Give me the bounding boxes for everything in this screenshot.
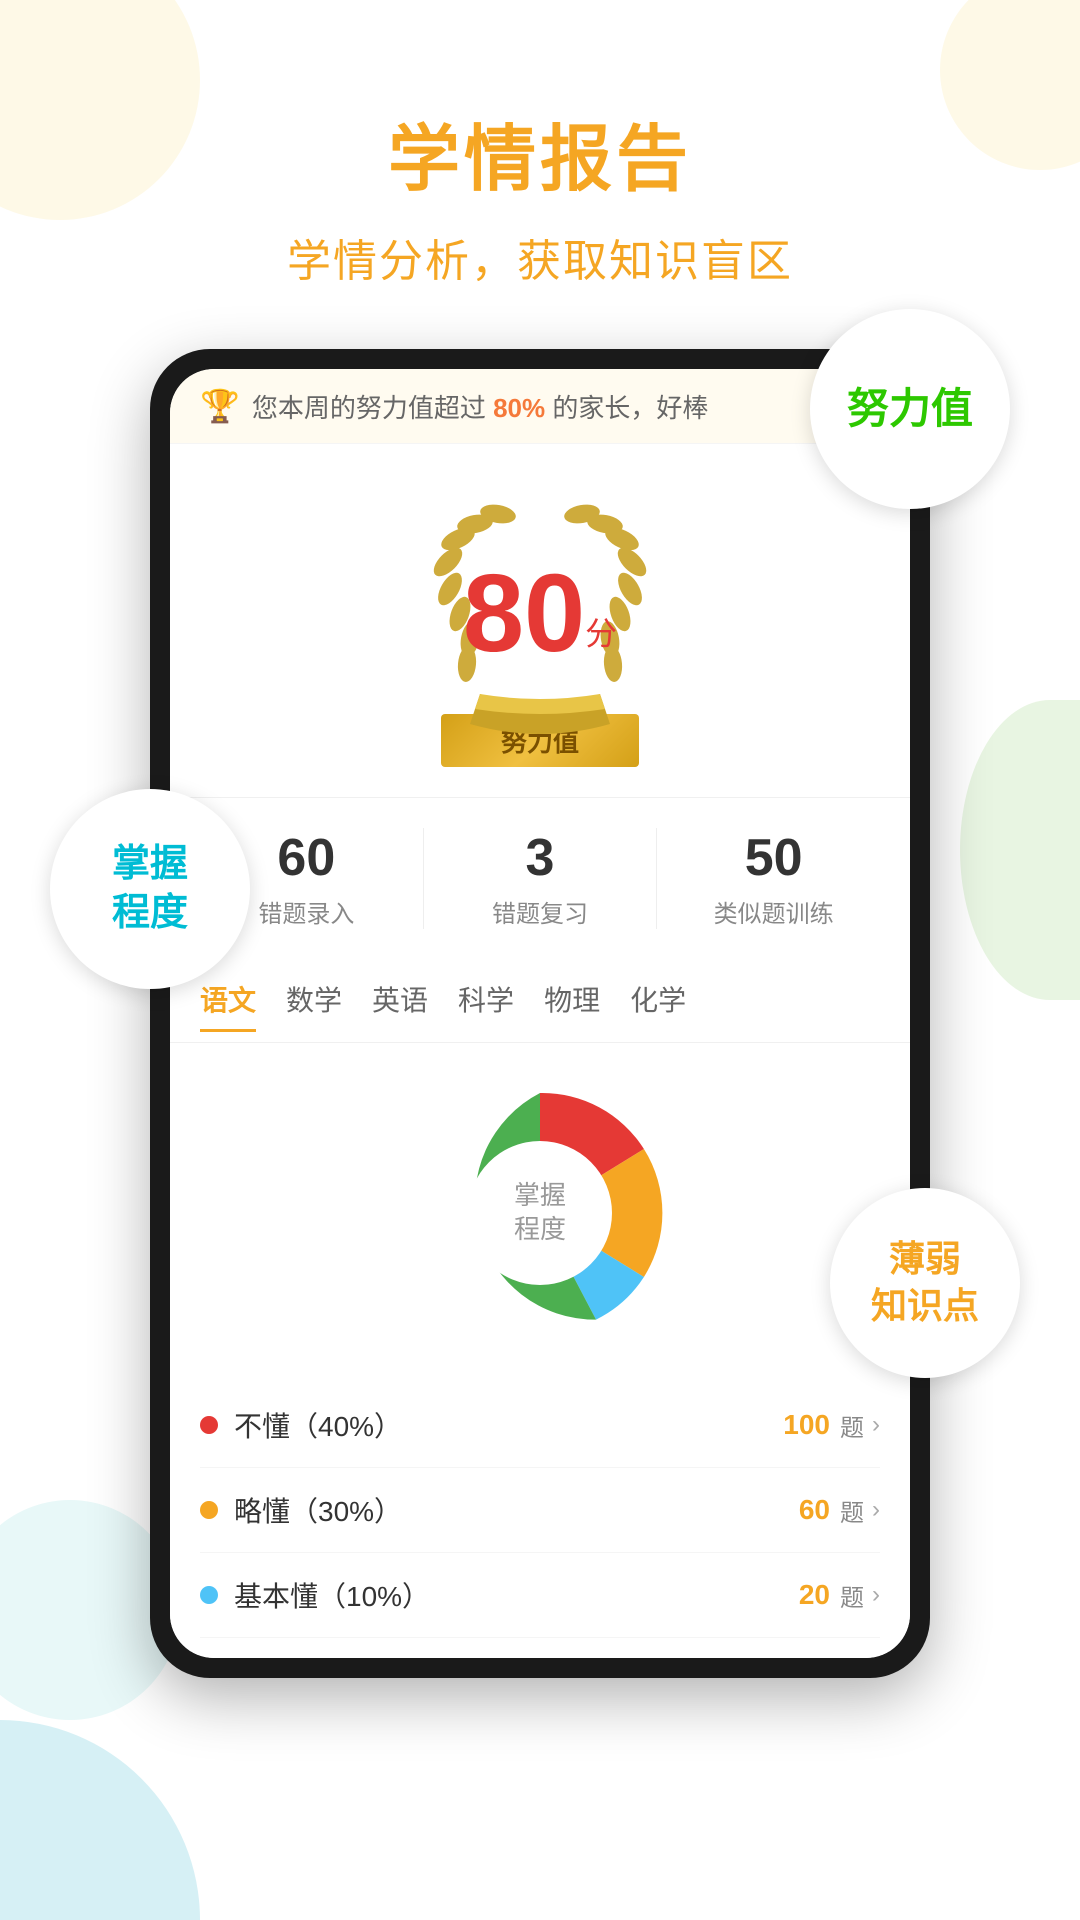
- subject-tab-化学[interactable]: 化学: [630, 979, 686, 1032]
- legend-count: 100: [783, 1409, 830, 1441]
- legend-count: 60: [799, 1494, 830, 1526]
- badge-effort-text: 努力值: [847, 384, 973, 434]
- donut-center-label: 掌握 程度: [514, 1179, 566, 1247]
- legend-item: 基本懂（10%） 20 题 ›: [200, 1553, 880, 1638]
- bg-decoration-bottom-mid: [0, 1720, 200, 1920]
- subject-tab-语文[interactable]: 语文: [200, 979, 256, 1032]
- legend-dot: [200, 1586, 218, 1604]
- subject-tab-科学[interactable]: 科学: [458, 979, 514, 1032]
- legend-unit: 题: [840, 1578, 864, 1613]
- badge-mastery-text: 掌握 程度: [112, 840, 188, 939]
- phone-mockup: 🏆 您本周的努力值超过 80% 的家长，好棒: [150, 349, 930, 1678]
- stats-row: 60错题录入3错题复习50类似题训练: [170, 797, 910, 959]
- badge-effort: 努力值: [810, 309, 1010, 509]
- stat-label: 类似题训练: [657, 894, 890, 929]
- score-display: 80分: [463, 559, 617, 669]
- laurel-score: 80分 努力值: [400, 484, 680, 767]
- stat-label: 错题复习: [424, 894, 657, 929]
- notice-highlight: 80%: [493, 393, 545, 423]
- legend-arrow-icon[interactable]: ›: [872, 1496, 880, 1524]
- notice-bar: 🏆 您本周的努力值超过 80% 的家长，好棒: [170, 369, 910, 444]
- subject-tab-数学[interactable]: 数学: [286, 979, 342, 1032]
- legend-dot: [200, 1501, 218, 1519]
- legend-text: 略懂（30%）: [234, 1490, 799, 1530]
- badge-weak: 薄弱 知识点: [830, 1188, 1020, 1378]
- legend-text: 不懂（40%）: [234, 1405, 783, 1445]
- legend-arrow-icon[interactable]: ›: [872, 1581, 880, 1609]
- page-title: 学情报告: [0, 100, 1080, 205]
- score-number: 80: [463, 552, 585, 675]
- legend-arrow-icon[interactable]: ›: [872, 1411, 880, 1439]
- page-subtitle: 学情分析，获取知识盲区: [0, 225, 1080, 289]
- bg-decoration-right-mid: [960, 700, 1080, 1000]
- subject-tab-英语[interactable]: 英语: [372, 979, 428, 1032]
- badge-weak-text: 薄弱 知识点: [871, 1236, 979, 1330]
- stat-item: 50 类似题训练: [657, 828, 890, 929]
- chart-section: 掌握 程度: [170, 1043, 910, 1373]
- legend-count: 20: [799, 1579, 830, 1611]
- legend-dot: [200, 1416, 218, 1434]
- subject-tab-物理[interactable]: 物理: [544, 979, 600, 1032]
- stat-number: 3: [424, 828, 657, 888]
- header-section: 学情报告 学情分析，获取知识盲区: [0, 0, 1080, 289]
- laurel-wreath: 80分: [400, 484, 680, 744]
- notice-text: 您本周的努力值超过 80% 的家长，好棒: [252, 388, 709, 425]
- phone-container: 努力值 掌握 程度 薄弱 知识点 🏆 您本周的努力值超过 80% 的家长，好棒: [150, 349, 930, 1678]
- donut-chart: 掌握 程度: [400, 1073, 680, 1353]
- stat-item: 3 错题复习: [424, 828, 658, 929]
- legend-unit: 题: [840, 1493, 864, 1528]
- trophy-icon: 🏆: [200, 387, 240, 425]
- stat-number: 50: [657, 828, 890, 888]
- phone-screen: 🏆 您本周的努力值超过 80% 的家长，好棒: [170, 369, 910, 1658]
- legend-item: 不懂（40%） 100 题 ›: [200, 1383, 880, 1468]
- score-unit: 分: [585, 616, 617, 652]
- legend-unit: 题: [840, 1408, 864, 1443]
- legend-text: 基本懂（10%）: [234, 1575, 799, 1615]
- legend-section: 不懂（40%） 100 题 › 略懂（30%） 60 题 › 基本懂（10%） …: [170, 1373, 910, 1658]
- legend-item: 略懂（30%） 60 题 ›: [200, 1468, 880, 1553]
- subject-tabs[interactable]: 语文数学英语科学物理化学: [170, 959, 910, 1043]
- badge-mastery: 掌握 程度: [50, 789, 250, 989]
- score-section: 80分 努力值: [170, 444, 910, 797]
